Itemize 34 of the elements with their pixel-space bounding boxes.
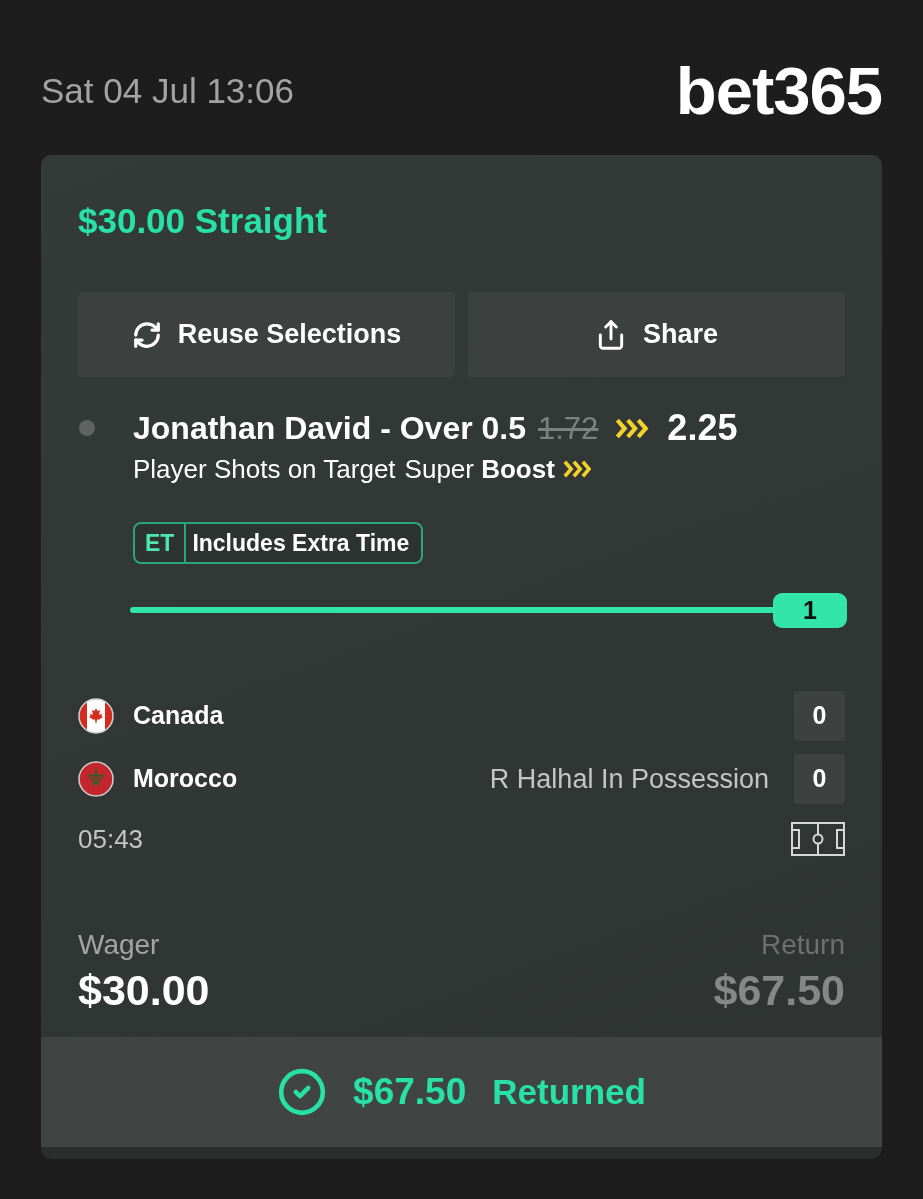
slider-track[interactable] [130,607,775,613]
reuse-selections-button[interactable]: Reuse Selections [78,292,455,377]
wager-amount: $30.00 [78,966,210,1014]
boost-chevrons-icon [614,417,650,439]
return-label: Return [760,929,845,961]
super-boost-label: Super Boost [404,456,555,482]
team-score: 0 [794,691,845,741]
return-amount: $67.50 [713,966,845,1014]
badge-code: ET [135,524,187,562]
status-dot-icon [79,420,95,436]
logo: bet365 [675,56,882,124]
morocco-flag-icon [78,761,114,797]
market-name: Player Shots on Target [133,456,396,482]
possession-status: R Halhal In Possession [489,762,769,796]
badge-label: Includes Extra Time [191,528,411,558]
bet-title: $30.00 Straight [78,202,327,238]
team-score: 0 [794,754,845,804]
refresh-icon [131,319,162,350]
selection-name: Jonathan David - Over 0.5 [133,412,526,444]
share-button[interactable]: Share [468,292,845,377]
pitch-icon[interactable] [791,822,845,856]
team-name: Morocco [133,763,238,795]
returned-amount: $67.50 [353,1070,467,1115]
slider-thumb[interactable]: 1 [773,593,847,628]
match-clock: 05:43 [78,822,144,856]
bet-date-time: Sat 04 Jul 13:06 [41,72,294,108]
old-odds: 1.72 [538,412,599,444]
canada-flag-icon [78,698,114,734]
check-circle-icon [277,1067,328,1117]
returned-label: Returned [492,1070,646,1113]
wager-label: Wager [78,929,160,961]
boost-chevrons-icon [562,460,591,478]
boosted-odds: 2.25 [667,410,738,446]
team-name: Canada [133,700,224,732]
